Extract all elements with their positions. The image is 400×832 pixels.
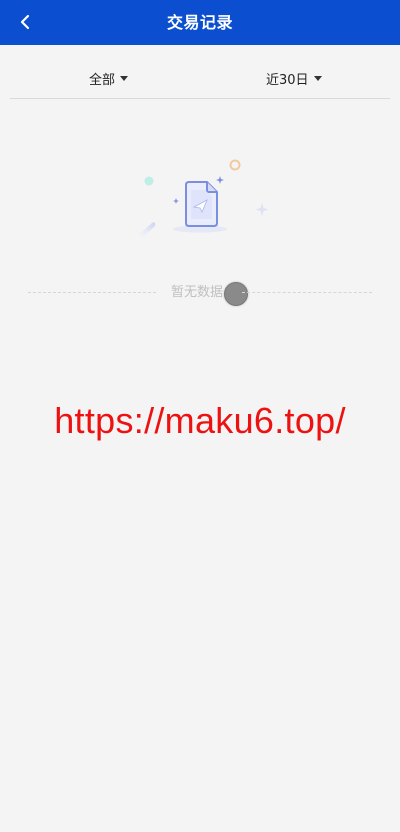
filter-bar: 全部 近30日 [10, 58, 390, 99]
watermark-url: https://maku6.top/ [54, 400, 346, 441]
floating-dot[interactable] [224, 282, 248, 306]
empty-document-icon [138, 159, 269, 238]
divider-line-right [242, 292, 372, 293]
type-filter-label: 全部 [89, 72, 116, 88]
date-range-label: 近30日 [266, 72, 309, 88]
date-range-dropdown[interactable]: 近30日 [266, 68, 322, 88]
caret-down-icon [120, 76, 129, 81]
page-title: 交易记录 [166, 13, 233, 32]
type-filter-dropdown[interactable]: 全部 [89, 68, 129, 88]
empty-state: 暂无数据 [28, 282, 372, 306]
app-header: 交易记录 [0, 0, 400, 45]
divider-line-left [28, 292, 156, 293]
caret-down-icon [313, 76, 322, 81]
empty-state-text: 暂无数据 [171, 285, 224, 300]
